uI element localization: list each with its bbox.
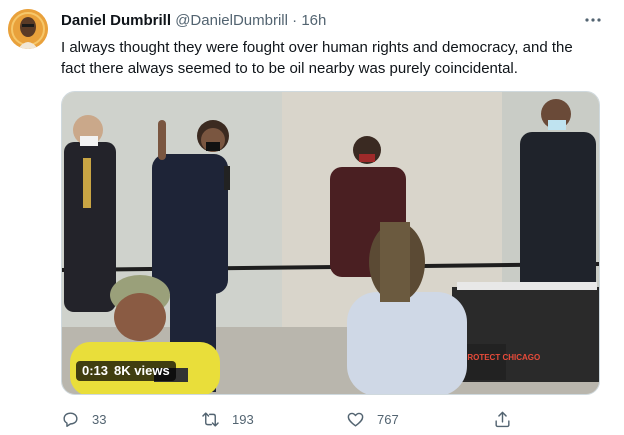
timestamp[interactable]: 16h: [301, 12, 326, 29]
video-badge: 0:13 8K views: [76, 361, 176, 381]
sign-text: PROTECT CHICAGO: [462, 353, 540, 362]
video-views: 8K views: [114, 363, 170, 378]
video-frame: PROTECT CHICAGO: [62, 92, 599, 394]
reply-button[interactable]: 33: [61, 408, 106, 430]
tweet-text: I always thought they were fought over h…: [61, 39, 573, 77]
share-button[interactable]: [493, 408, 524, 430]
share-icon: [495, 411, 510, 427]
avatar[interactable]: [8, 9, 48, 49]
retweet-icon: [202, 411, 219, 427]
video-duration: 0:13: [82, 363, 109, 378]
more-horizontal-icon: [585, 18, 601, 22]
tweet-header: Daniel Dumbrill @DanielDumbrill · 16h: [61, 12, 326, 29]
reply-count: 33: [92, 411, 107, 427]
user-handle[interactable]: @DanielDumbrill: [175, 12, 288, 29]
video-player[interactable]: PROTECT CHICAGO: [61, 91, 600, 395]
heart-icon: [347, 412, 364, 427]
avatar-image: [8, 9, 48, 49]
display-name[interactable]: Daniel Dumbrill: [61, 12, 171, 29]
reply-icon: [63, 411, 78, 427]
more-options-button[interactable]: [583, 10, 603, 30]
tweet-card[interactable]: Daniel Dumbrill @DanielDumbrill · 16h I …: [0, 0, 624, 435]
like-button[interactable]: 767: [346, 408, 399, 430]
action-bar: 33 193 767: [61, 408, 581, 430]
retweet-button[interactable]: 193: [201, 408, 254, 430]
like-count: 767: [377, 411, 399, 427]
retweet-count: 193: [232, 411, 254, 427]
separator-dot: ·: [292, 12, 298, 29]
